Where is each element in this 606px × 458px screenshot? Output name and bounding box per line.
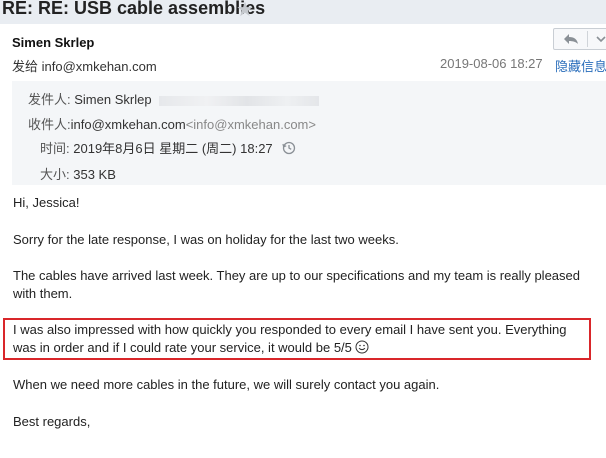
time-value: 2019年8月6日 星期二 (周二) 18:27 <box>73 141 273 156</box>
hide-info-link[interactable]: 隐藏信息 <box>555 56 606 75</box>
from-value[interactable]: Simen Skrlep <box>74 92 151 107</box>
reply-icon <box>564 34 578 44</box>
reply-button[interactable] <box>554 29 588 49</box>
from-row: 发件人: Simen Skrlep <box>28 89 320 108</box>
more-actions-button[interactable] <box>588 29 606 49</box>
paragraph-4: When we need more cables in the future, … <box>13 377 440 392</box>
closing: Best regards, <box>13 414 91 429</box>
to-value[interactable]: info@xmkehan.com <box>71 117 186 132</box>
paragraph-3-text: I was also impressed with how quickly yo… <box>13 322 567 355</box>
time-label: 时间: <box>40 141 70 156</box>
smiley-icon <box>355 340 369 359</box>
paragraph-3: I was also impressed with how quickly yo… <box>13 321 591 359</box>
email-title-bar: RE: RE: USB cable assemblies ★ <box>0 0 606 24</box>
size-row: 大小: 353 KB <box>40 164 116 183</box>
redacted-email-blur <box>159 95 320 106</box>
sent-date: 2019-08-06 18:27 <box>440 56 543 71</box>
to-address: <info@xmkehan.com> <box>185 117 316 132</box>
message-nav-group <box>553 28 606 50</box>
star-icon[interactable]: ★ <box>236 0 254 22</box>
recipient-line: 发给 info@xmkehan.com <box>12 59 157 74</box>
paragraph-2: The cables have arrived last week. They … <box>13 268 580 301</box>
sender-name[interactable]: Simen Skrlep <box>12 35 94 50</box>
chevron-down-icon <box>596 36 606 43</box>
message-details: 发件人: Simen Skrlep 收件人:info@xmkehan.com<i… <box>12 81 606 185</box>
to-label: 收件人: <box>28 117 71 132</box>
email-subject: RE: RE: USB cable assemblies <box>2 0 266 18</box>
clock-icon[interactable] <box>282 141 296 158</box>
greeting: Hi, Jessica! <box>13 195 80 210</box>
to-row: 收件人:info@xmkehan.com<info@xmkehan.com> <box>28 114 316 133</box>
size-value: 353 KB <box>73 167 116 182</box>
paragraph-1: Sorry for the late response, I was on ho… <box>13 232 399 247</box>
from-label: 发件人: <box>28 92 71 107</box>
size-label: 大小: <box>40 167 70 182</box>
time-row: 时间: 2019年8月6日 星期二 (周二) 18:27 <box>40 138 296 158</box>
